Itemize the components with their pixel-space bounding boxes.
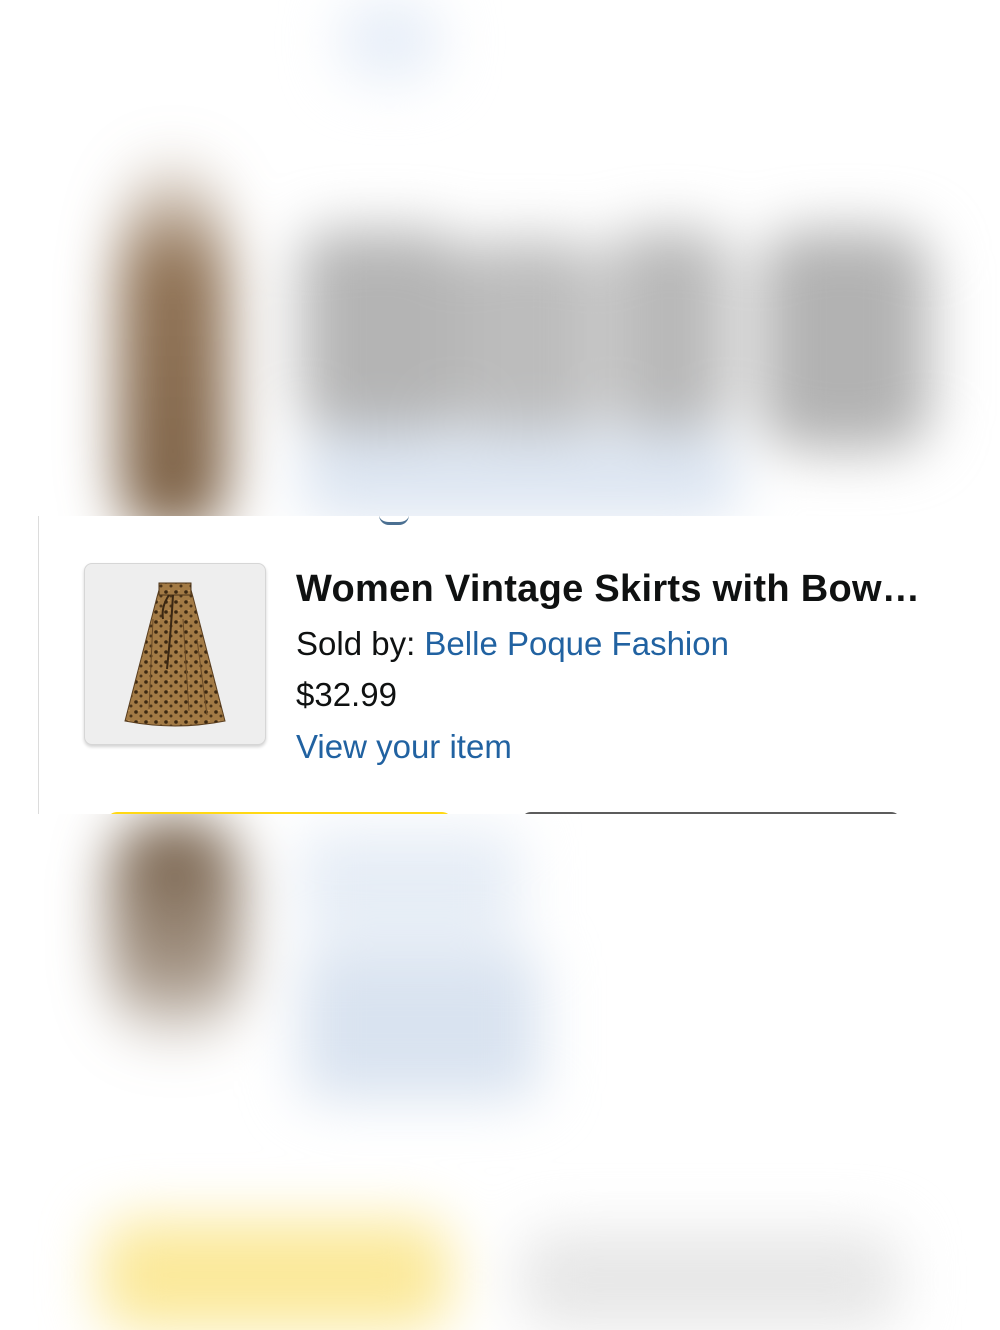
blurred-shape (460, 240, 600, 440)
blurred-product-image (118, 150, 228, 530)
blurred-secondary-button (520, 1230, 900, 1330)
secondary-action-button[interactable] (521, 812, 901, 814)
order-item-card: Women Vintage Skirts with Bow… Sold by: … (38, 516, 1000, 814)
blurred-shape (300, 830, 520, 940)
blurred-shape (300, 230, 460, 430)
product-thumbnail[interactable] (84, 563, 266, 745)
blurred-shape (760, 230, 930, 450)
blurred-shape (340, 0, 440, 80)
blurred-shape (610, 230, 730, 430)
product-title[interactable]: Women Vintage Skirts with Bow… (296, 568, 976, 611)
sold-by-line: Sold by: Belle Poque Fashion (296, 625, 729, 663)
sold-by-label: Sold by: (296, 625, 416, 662)
blurred-product-image (110, 820, 240, 1050)
leopard-print-skirt-icon (124, 582, 226, 727)
blurred-primary-button (100, 1220, 450, 1330)
view-your-item-link[interactable]: View your item (296, 728, 512, 766)
blurred-shape (300, 950, 540, 1100)
seller-link[interactable]: Belle Poque Fashion (424, 625, 729, 662)
primary-action-button[interactable] (107, 812, 452, 814)
product-price: $32.99 (296, 676, 397, 713)
blurred-shape (300, 430, 740, 520)
cropped-text-fragment (379, 516, 409, 525)
